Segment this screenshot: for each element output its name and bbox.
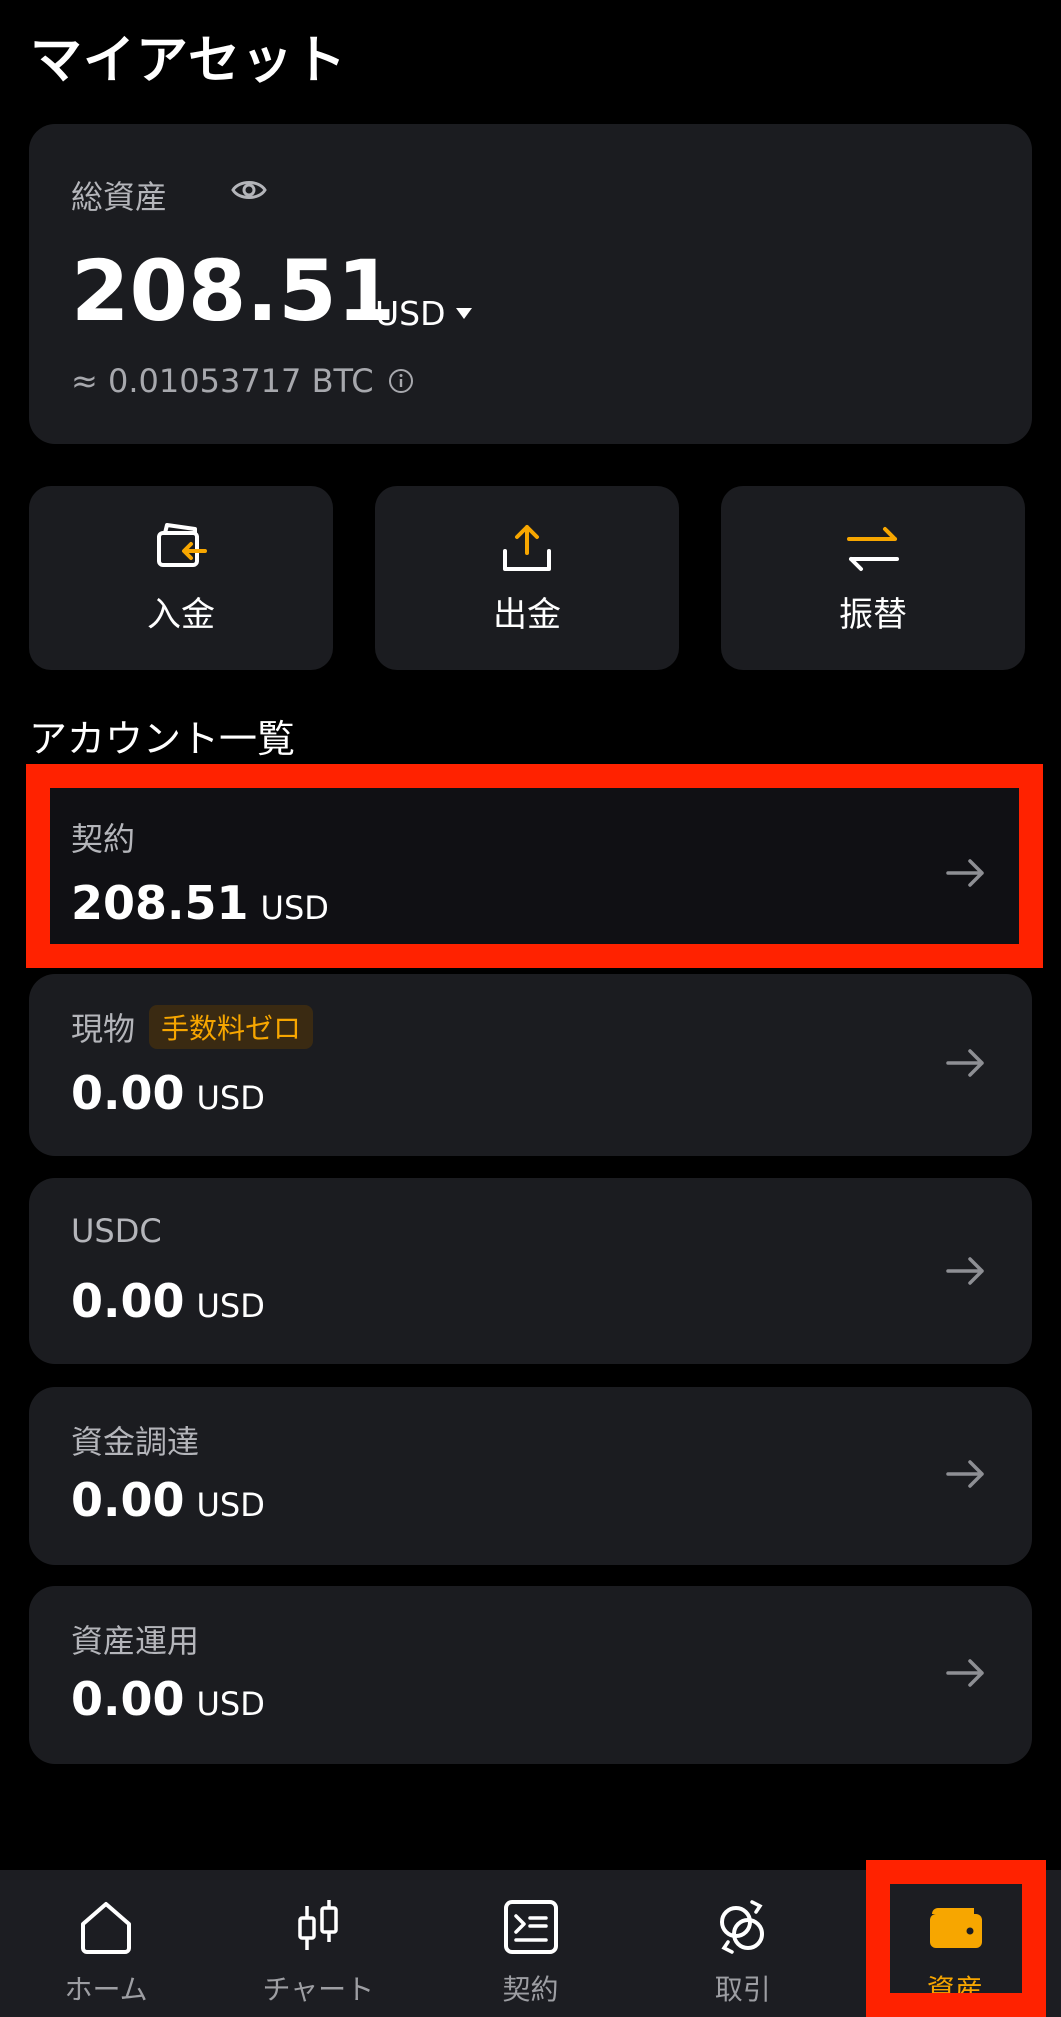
account-balance-currency: USD [196, 1287, 265, 1325]
account-balance-currency: USD [196, 1685, 265, 1723]
tab-label: ホーム [64, 1973, 148, 2006]
info-icon[interactable] [388, 368, 414, 394]
tab-assets[interactable]: 資産 [849, 1870, 1061, 2017]
account-card-spot[interactable]: 現物 手数料ゼロ 0.00 USD [29, 974, 1032, 1156]
account-balance: 208.51 USD [71, 876, 329, 930]
total-assets-amount: 208.51 [71, 242, 396, 340]
withdraw-icon [503, 524, 551, 571]
wallet-icon [929, 1908, 982, 1948]
total-assets-card: 総資産 208.51 USD ≈ 0.01053717 BTC [29, 124, 1032, 444]
transfer-button[interactable]: 振替 [721, 486, 1025, 670]
account-name-text: 現物 [71, 1010, 136, 1048]
caret-down-icon [455, 308, 472, 319]
transfer-label: 振替 [839, 594, 907, 635]
eye-icon[interactable] [229, 170, 269, 210]
total-assets-label: 総資産 [71, 178, 168, 216]
btc-equivalent: ≈ 0.01053717 BTC [71, 362, 414, 400]
transfer-icon [847, 526, 899, 571]
account-card-earn[interactable]: 資産運用 0.00 USD [29, 1586, 1032, 1764]
withdraw-button[interactable]: 出金 [375, 486, 679, 670]
account-balance-value: 208.51 [71, 876, 249, 930]
account-balance-currency: USD [196, 1486, 265, 1524]
tab-home[interactable]: ホーム [0, 1870, 212, 2017]
account-balance-value: 0.00 [71, 1672, 185, 1726]
currency-label: USD [375, 294, 446, 333]
account-card-funding[interactable]: 資金調達 0.00 USD [29, 1387, 1032, 1565]
tab-label: 資産 [926, 1973, 983, 2006]
currency-select[interactable]: USD [375, 294, 472, 333]
arrow-right-icon [946, 1257, 984, 1285]
deposit-label: 入金 [147, 594, 215, 635]
account-card-contract[interactable]: 契約 208.51 USD [29, 784, 1032, 956]
account-list-title: アカウント一覧 [29, 717, 296, 761]
arrow-right-icon [946, 1659, 984, 1687]
tab-label: チャート [262, 1973, 375, 2006]
account-balance-currency: USD [196, 1079, 265, 1117]
account-balance: 0.00 USD [71, 1066, 265, 1120]
account-name: 資金調達 [71, 1423, 200, 1461]
account-balance-value: 0.00 [71, 1066, 185, 1120]
account-balance: 0.00 USD [71, 1672, 265, 1726]
account-balance-value: 0.00 [71, 1274, 185, 1328]
arrow-right-icon [946, 1049, 984, 1077]
account-card-usdc[interactable]: USDC 0.00 USD [29, 1178, 1032, 1364]
account-name: 現物 手数料ゼロ [71, 1004, 314, 1050]
account-name: 資産運用 [71, 1622, 200, 1660]
bottom-tab-bar: ホーム チャート 契約 取引 資産 [0, 1870, 1061, 2017]
home-icon [81, 1902, 132, 1954]
account-balance: 0.00 USD [71, 1274, 265, 1328]
arrow-right-icon [946, 859, 984, 887]
zero-fee-badge: 手数料ゼロ [149, 1005, 314, 1049]
account-balance-value: 0.00 [71, 1473, 185, 1527]
tab-label: 契約 [502, 1973, 559, 2006]
tab-contract[interactable]: 契約 [424, 1870, 636, 2017]
deposit-icon [157, 522, 207, 567]
tab-chart[interactable]: チャート [212, 1870, 424, 2017]
contract-icon [503, 1900, 558, 1954]
tab-trade[interactable]: 取引 [637, 1870, 849, 2017]
withdraw-label: 出金 [493, 594, 561, 635]
account-name: 契約 [71, 820, 136, 858]
btc-equivalent-value: ≈ 0.01053717 BTC [71, 362, 374, 400]
tab-label: 取引 [714, 1973, 771, 2006]
candlestick-chart-icon [298, 1900, 339, 1950]
arrow-right-icon [946, 1460, 984, 1488]
trade-icon [719, 1900, 764, 1954]
account-balance-currency: USD [260, 889, 329, 927]
page-title: マイアセット [30, 31, 347, 91]
account-name: USDC [71, 1212, 162, 1250]
account-balance: 0.00 USD [71, 1473, 265, 1527]
deposit-button[interactable]: 入金 [29, 486, 333, 670]
